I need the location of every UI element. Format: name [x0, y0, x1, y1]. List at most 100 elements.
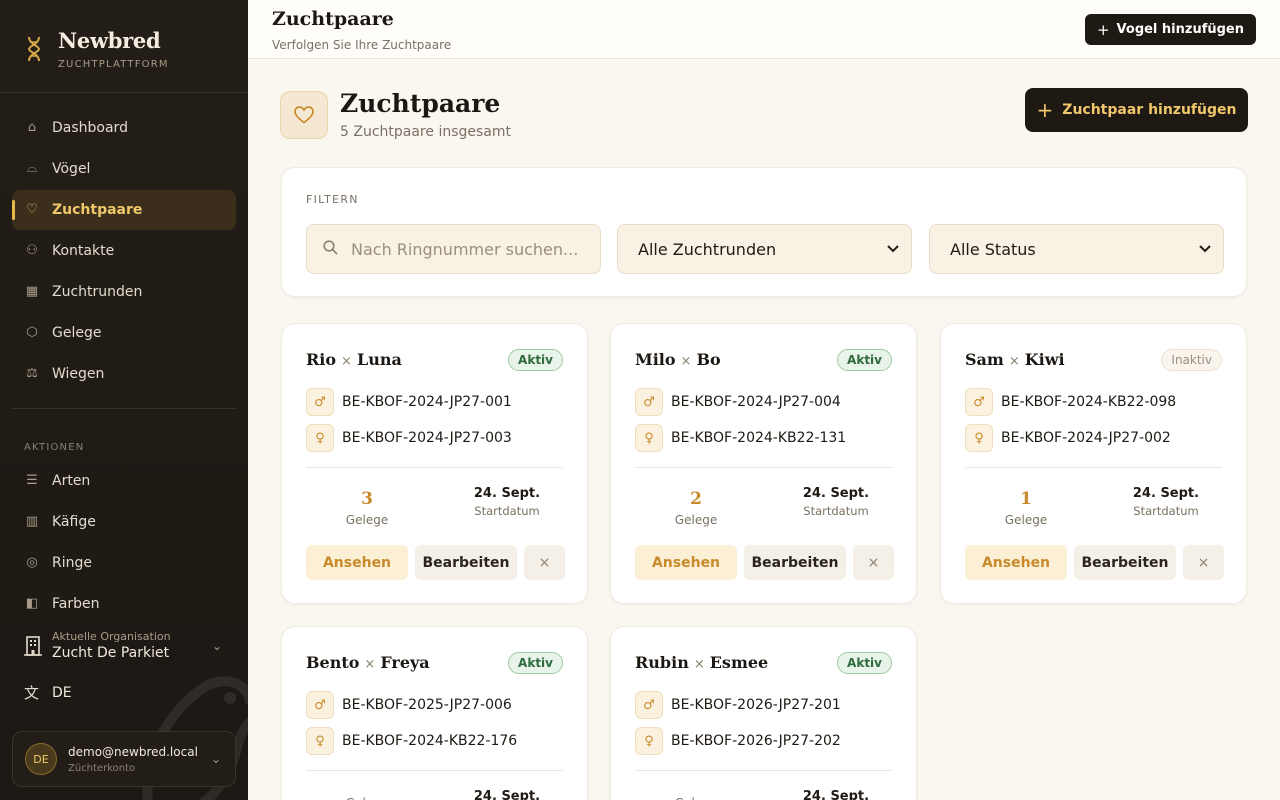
sidebar-item-label: Farben	[52, 596, 100, 612]
organization-switcher[interactable]: Aktuelle Organisation Zucht De Parkiet ⌄	[24, 630, 236, 661]
female-symbol-icon: ♀	[306, 424, 334, 452]
search-field[interactable]	[306, 224, 601, 274]
delete-button[interactable]: ×	[1183, 545, 1224, 580]
female-symbol-icon: ♀	[635, 727, 663, 755]
start-date-label: Startdatum	[474, 504, 540, 518]
add-bird-button[interactable]: + Vogel hinzufügen	[1084, 14, 1256, 45]
sidebar-item-label: Dashboard	[52, 120, 128, 136]
user-role: Züchterkonto	[68, 762, 136, 774]
start-date: 24. Sept.	[802, 486, 870, 501]
plus-icon: +	[1036, 98, 1054, 122]
female-ring-row: ♀ BE-KBOF-2024-KB22-176	[306, 727, 517, 755]
card-divider	[965, 467, 1222, 468]
sidebar-item-label: Vögel	[52, 161, 91, 177]
sidebar-item-zuchtrunden[interactable]: ▦ Zuchtrunden	[12, 272, 236, 312]
sidebar-item-kontakte[interactable]: ⚇ Kontakte	[12, 231, 236, 271]
view-button[interactable]: Ansehen	[965, 545, 1067, 580]
sidebar-item-label: Gelege	[52, 325, 102, 341]
brand[interactable]: Newbred ZUCHTPLATTFORM	[24, 28, 169, 70]
language-code: DE	[52, 684, 72, 701]
search-input[interactable]	[351, 239, 591, 259]
female-name: Kiwi	[1024, 350, 1065, 369]
heart-icon: ♡	[26, 202, 38, 217]
language-switcher[interactable]: 文 DE	[24, 682, 72, 703]
start-date-stat: 24. Sept.Startdatum	[447, 789, 567, 800]
clutch-stat: 3 Gelege	[307, 489, 427, 527]
palette-icon: ◧	[25, 596, 39, 611]
delete-button[interactable]: ×	[524, 545, 565, 580]
edit-button[interactable]: Bearbeiten	[744, 545, 846, 580]
actions-section-label: AKTIONEN	[24, 442, 85, 453]
start-date: 24. Sept.	[473, 789, 541, 800]
female-ring-number: BE-KBOF-2024-JP27-002	[1001, 430, 1171, 446]
cage-icon: ⌓	[26, 161, 38, 176]
male-ring-number: BE-KBOF-2024-JP27-001	[342, 394, 512, 410]
close-icon: ×	[538, 554, 551, 571]
card-divider	[306, 770, 563, 771]
pair-title: Sam × Kiwi	[965, 350, 1065, 369]
start-date: 24. Sept.	[1132, 486, 1200, 501]
male-name: Rubin	[635, 653, 689, 672]
main-nav: ⌂ Dashboard ⌓ Vögel ♡ Zuchtpaare ⚇ Kontakte ▦ Zuc…	[12, 108, 236, 395]
female-ring-row: ♀ BE-KBOF-2024-KB22-131	[635, 424, 846, 452]
pair-card: Bento × Freya Aktiv ♂ BE-KBOF-2025-JP27-006 ♀ B…	[281, 626, 588, 800]
times-symbol: ×	[680, 354, 692, 369]
heart-icon	[280, 91, 328, 139]
page-title: Zuchtpaare	[340, 89, 501, 118]
start-date: 24. Sept.	[802, 789, 870, 800]
chevron-down-icon: ⌄	[211, 638, 222, 653]
actions-nav: ☰ Arten ▥ Käfige ◎ Ringe ◧ Farben	[12, 461, 236, 625]
male-ring-row: ♂ BE-KBOF-2025-JP27-006	[306, 691, 512, 719]
sidebar-item-dashboard[interactable]: ⌂ Dashboard	[12, 108, 236, 148]
dna-logo-icon	[24, 36, 44, 66]
male-ring-row: ♂ BE-KBOF-2024-KB22-098	[965, 388, 1176, 416]
sidebar-item-farben[interactable]: ◧ Farben	[12, 584, 236, 624]
sidebar-item-wiegen[interactable]: ⚖ Wiegen	[12, 354, 236, 394]
sidebar-item-vögel[interactable]: ⌓ Vögel	[12, 149, 236, 189]
sidebar-item-label: Arten	[52, 473, 91, 489]
topbar-subtitle: Verfolgen Sie Ihre Zuchtpaare	[272, 38, 452, 52]
translate-icon: 文	[24, 684, 40, 702]
male-symbol-icon: ♂	[965, 388, 993, 416]
edit-button[interactable]: Bearbeiten	[415, 545, 517, 580]
sidebar-item-arten[interactable]: ☰ Arten	[12, 461, 236, 501]
home-icon: ⌂	[27, 120, 37, 135]
sidebar-item-gelege[interactable]: ⬡ Gelege	[12, 313, 236, 353]
female-name: Freya	[380, 653, 430, 672]
card-divider	[635, 467, 892, 468]
breeding-round-value: Alle Zuchtrunden	[638, 239, 777, 259]
organization-name: Zucht De Parkiet	[52, 645, 170, 661]
view-button[interactable]: Ansehen	[635, 545, 737, 580]
topbar: Zuchtpaare Verfolgen Sie Ihre Zuchtpaare…	[248, 0, 1280, 59]
close-icon: ×	[1197, 554, 1210, 571]
add-pair-button[interactable]: + Zuchtpaar hinzufügen	[1025, 88, 1248, 132]
female-ring-number: BE-KBOF-2024-JP27-003	[342, 430, 512, 446]
chevron-down-icon	[887, 242, 899, 256]
sidebar-item-käfige[interactable]: ▥ Käfige	[12, 502, 236, 542]
brand-name: Newbred	[58, 28, 161, 53]
status-badge: Aktiv	[508, 652, 563, 674]
male-ring-number: BE-KBOF-2025-JP27-006	[342, 697, 512, 713]
female-ring-number: BE-KBOF-2024-KB22-131	[671, 430, 847, 446]
male-ring-row: ♂ BE-KBOF-2026-JP27-201	[635, 691, 841, 719]
pair-title: Rio × Luna	[306, 350, 402, 369]
sidebar-item-label: Zuchtrunden	[52, 284, 143, 300]
delete-button[interactable]: ×	[853, 545, 894, 580]
sidebar-item-ringe[interactable]: ◎ Ringe	[12, 543, 236, 583]
ring-icon: ◎	[26, 555, 38, 570]
user-menu[interactable]: DE demo@newbred.local Züchterkonto ⌄	[12, 731, 236, 787]
times-symbol: ×	[693, 657, 705, 672]
status-badge: Inaktiv	[1161, 349, 1222, 371]
breeding-round-select[interactable]: Alle Zuchtrunden	[617, 224, 912, 274]
sidebar-item-label: Zuchtpaare	[52, 202, 143, 218]
view-button[interactable]: Ansehen	[306, 545, 408, 580]
contacts-icon: ⚇	[26, 243, 38, 258]
times-symbol: ×	[1008, 354, 1020, 369]
card-divider	[306, 467, 563, 468]
status-select[interactable]: Alle Status	[929, 224, 1224, 274]
pair-title: Bento × Freya	[306, 653, 430, 672]
sidebar-item-zuchtpaare[interactable]: ♡ Zuchtpaare	[12, 190, 236, 230]
edit-button[interactable]: Bearbeiten	[1074, 545, 1176, 580]
female-name: Bo	[696, 350, 721, 369]
male-symbol-icon: ♂	[635, 388, 663, 416]
